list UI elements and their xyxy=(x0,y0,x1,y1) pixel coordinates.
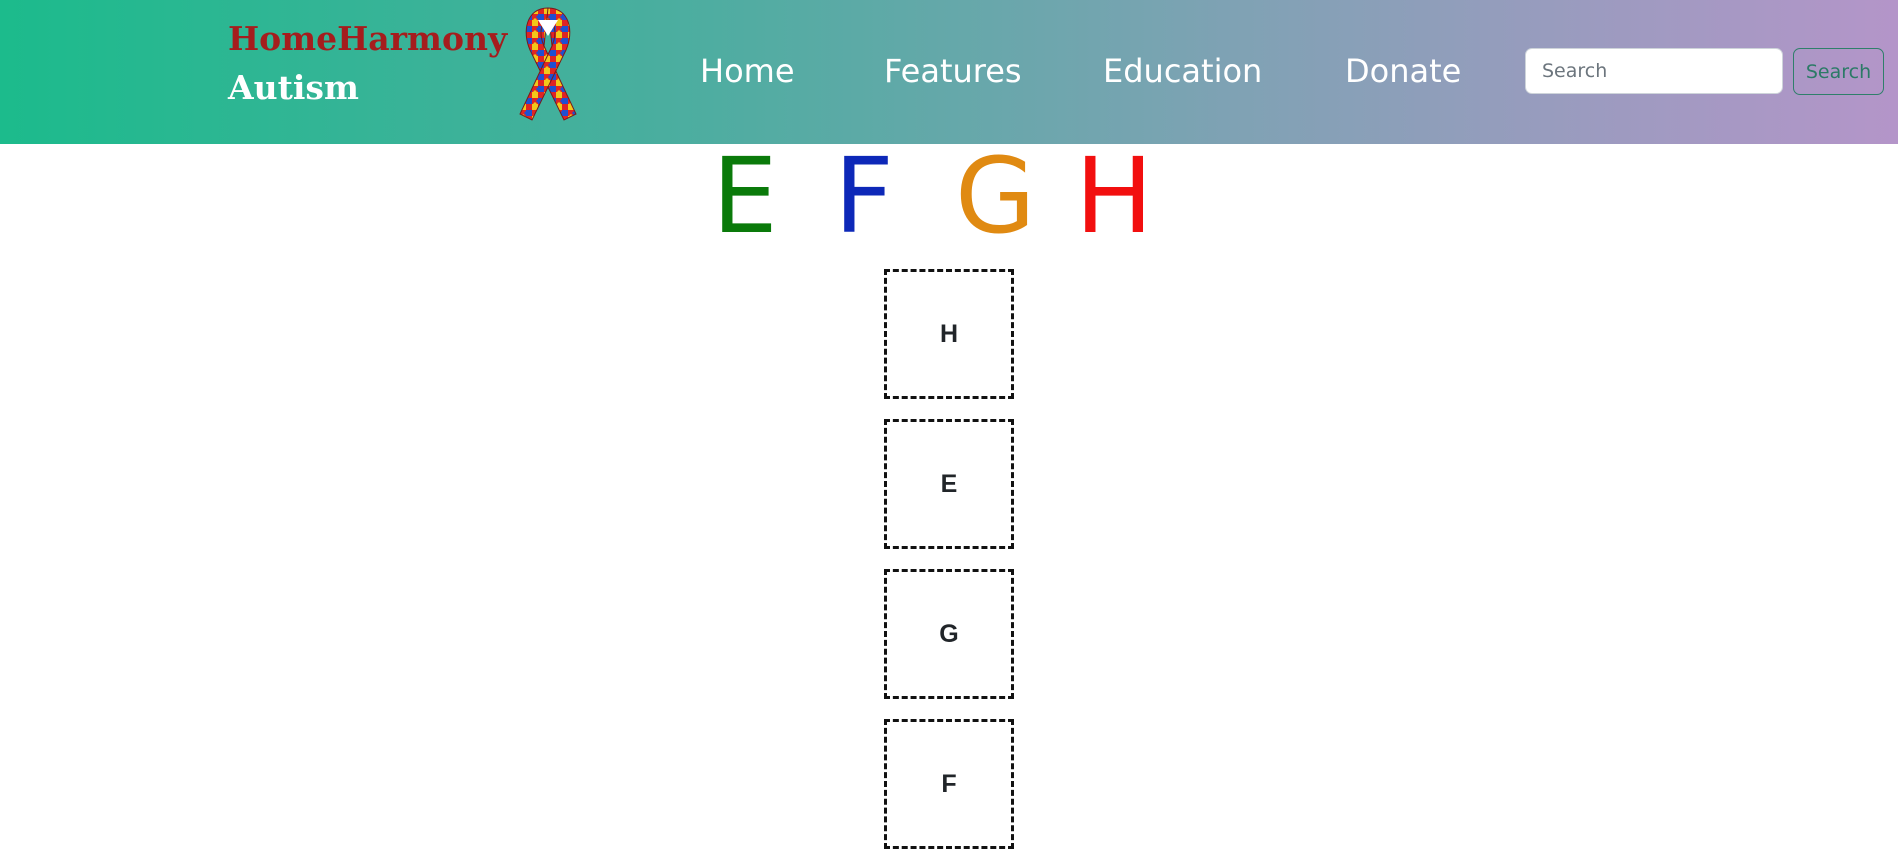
autism-ribbon-icon xyxy=(519,7,577,121)
drop-box-f[interactable]: F xyxy=(884,719,1014,849)
nav-link-donate[interactable]: Donate xyxy=(1345,48,1461,94)
draggable-letter-h[interactable]: H xyxy=(1075,136,1153,256)
brand-logo[interactable]: HomeHarmony Autism xyxy=(228,14,507,112)
drop-box-h[interactable]: H xyxy=(884,269,1014,399)
nav-link-features[interactable]: Features xyxy=(884,48,1022,94)
nav-link-home[interactable]: Home xyxy=(700,48,795,94)
search-input[interactable] xyxy=(1525,48,1783,94)
search-button[interactable]: Search xyxy=(1793,48,1884,95)
navbar: HomeHarmony Autism Home Features Educati… xyxy=(0,0,1898,144)
draggable-letter-f[interactable]: F xyxy=(834,136,894,256)
drop-box-g[interactable]: G xyxy=(884,569,1014,699)
draggable-letter-g[interactable]: G xyxy=(955,136,1036,256)
draggable-letter-e[interactable]: E xyxy=(712,136,778,256)
drop-box-e[interactable]: E xyxy=(884,419,1014,549)
nav-link-education[interactable]: Education xyxy=(1103,48,1262,94)
brand-name-line2: Autism xyxy=(228,68,359,107)
brand-name-line1: HomeHarmony xyxy=(228,19,508,58)
